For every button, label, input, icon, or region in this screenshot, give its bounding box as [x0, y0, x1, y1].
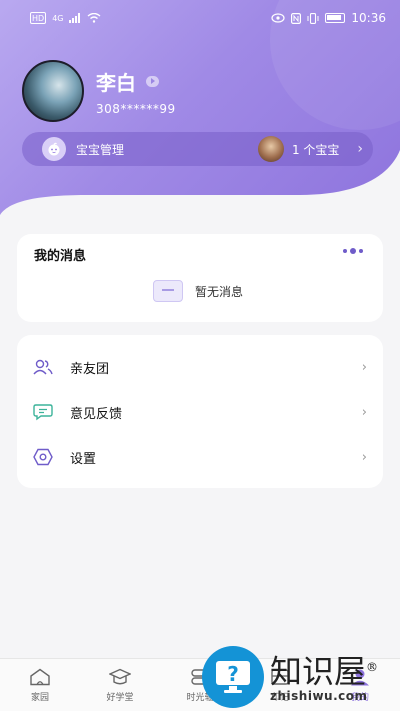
battery-icon: [325, 13, 346, 23]
settings-menu-card: 亲友团 › 意见反馈 › 设置 ›: [17, 335, 383, 488]
watermark-title: 知识屋: [270, 652, 367, 691]
menu-item-label: 意见反馈: [70, 406, 123, 422]
nfc-icon: [291, 12, 302, 24]
wifi-icon: [87, 12, 101, 24]
user-name: 李白: [96, 70, 136, 95]
tab-label: 家园: [30, 693, 49, 703]
help-monitor-icon: ?: [202, 645, 264, 708]
baby-face-icon: [42, 137, 66, 161]
baby-count: 1 个宝宝: [291, 142, 340, 157]
chevron-right-icon: ›: [361, 404, 367, 420]
baby-management-bar[interactable]: 宝宝管理 1 个宝宝 ›: [22, 132, 373, 166]
status-time: 10:36: [351, 11, 386, 25]
menu-item-family-group[interactable]: 亲友团 ›: [17, 344, 383, 390]
chevron-right-icon: ›: [361, 449, 367, 465]
baby-avatar: [257, 136, 284, 162]
empty-message-icon: [153, 280, 183, 302]
vibrate-icon: [307, 12, 319, 24]
hd-badge: HD: [30, 12, 47, 24]
baby-management-label: 宝宝管理: [76, 142, 125, 157]
network-type: 4G: [52, 13, 64, 23]
chevron-right-icon: ›: [361, 359, 367, 375]
watermark: ? 知识屋® zhishiwu.com: [202, 642, 400, 711]
people-icon: [33, 357, 53, 377]
menu-item-label: 亲友团: [70, 361, 110, 377]
svg-text:?: ?: [227, 662, 239, 686]
more-icon[interactable]: [343, 248, 363, 254]
tab-label: 好学堂: [106, 693, 134, 703]
home-icon: [29, 667, 51, 687]
messages-card[interactable]: 我的消息 暂无消息: [17, 234, 383, 322]
registered-mark: ®: [366, 660, 379, 675]
user-phone: 308******99: [96, 101, 176, 116]
menu-item-feedback[interactable]: 意见反馈 ›: [17, 389, 383, 435]
messages-empty-state: 暂无消息: [153, 280, 243, 302]
signal-icon: [69, 12, 81, 24]
menu-item-label: 设置: [70, 451, 97, 467]
eye-icon: [271, 12, 286, 24]
menu-item-settings[interactable]: 设置 ›: [17, 434, 383, 480]
profile-section[interactable]: 李白 308******99: [22, 60, 176, 122]
user-avatar[interactable]: [22, 60, 84, 122]
edit-profile-icon[interactable]: [146, 75, 159, 87]
watermark-url: zhishiwu.com: [270, 688, 368, 703]
tab-school[interactable]: 好学堂: [80, 659, 160, 711]
graduation-cap-icon: [109, 667, 131, 687]
messages-empty-text: 暂无消息: [195, 284, 244, 299]
feedback-icon: [33, 402, 53, 422]
chevron-right-icon: ›: [357, 141, 363, 157]
settings-icon: [33, 447, 53, 467]
status-bar: HD 4G 10:36: [0, 0, 400, 36]
tab-home[interactable]: 家园: [0, 659, 80, 711]
messages-title: 我的消息: [34, 249, 87, 264]
